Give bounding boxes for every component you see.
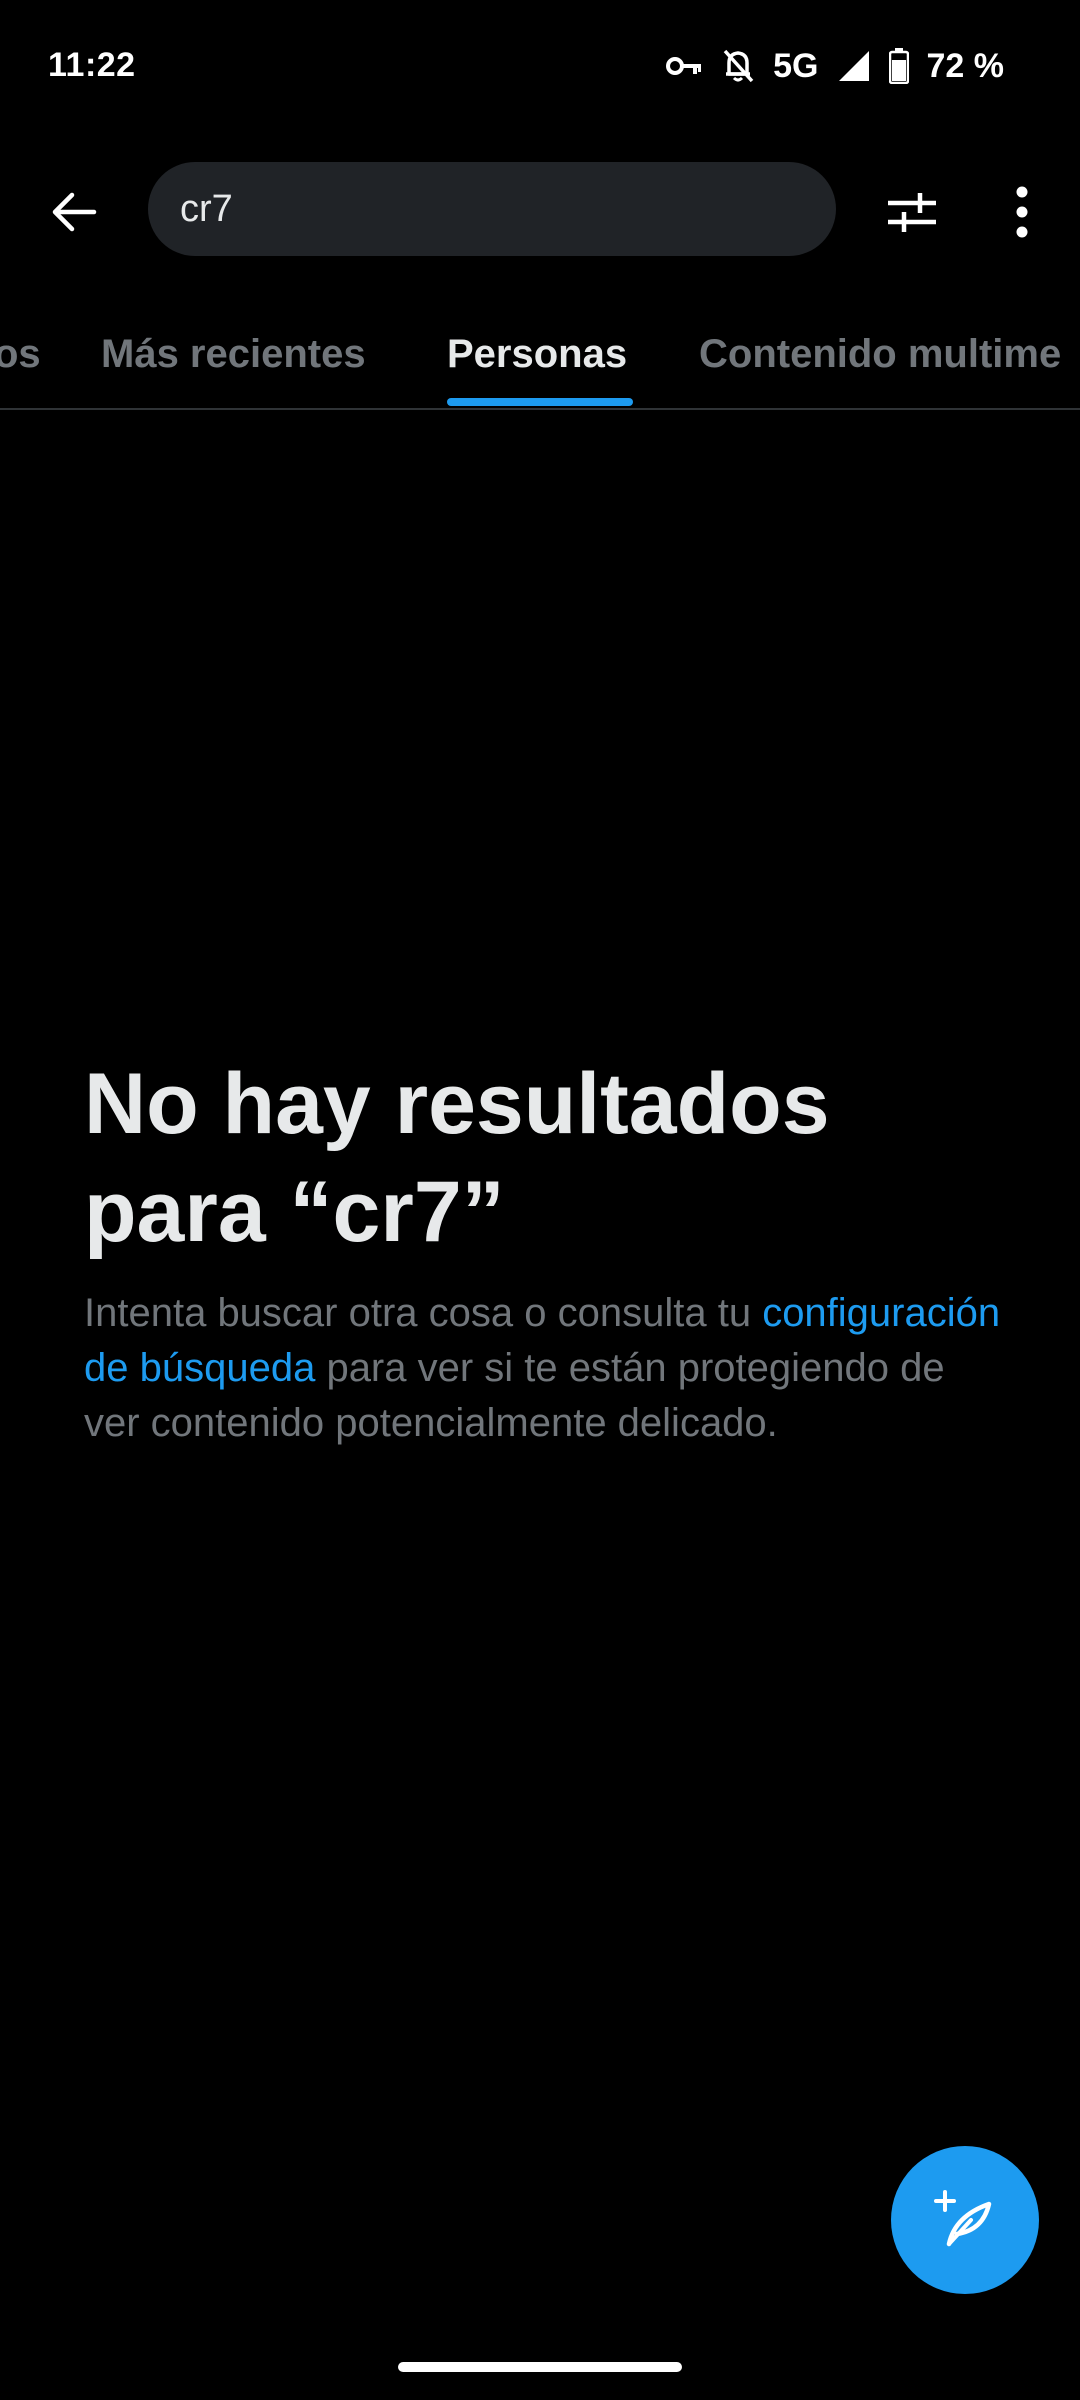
- search-input[interactable]: cr7: [148, 162, 836, 256]
- search-query: cr7: [180, 187, 233, 230]
- more-options-button[interactable]: [982, 172, 1062, 252]
- network-label: 5G: [773, 46, 819, 85]
- filter-sliders-icon: [888, 193, 936, 232]
- tab-contenido-multimedia[interactable]: Contenido multime: [699, 300, 1061, 408]
- signal-icon: [837, 49, 871, 83]
- compose-feather-plus-icon: [934, 2190, 992, 2247]
- back-arrow-icon: [52, 192, 97, 232]
- tab-destacados[interactable]: os: [0, 300, 41, 408]
- tab-mas-recientes[interactable]: Más recientes: [101, 300, 366, 408]
- empty-state-title: No hay resultados para “cr7”: [84, 1056, 830, 1260]
- gesture-navigation-bar[interactable]: [398, 2362, 682, 2372]
- back-button[interactable]: [34, 172, 114, 252]
- top-app-bar: cr7: [0, 136, 1080, 284]
- status-icons: 5G 72 %: [665, 44, 1004, 88]
- battery-percent: 72 %: [926, 46, 1005, 85]
- tab-personas[interactable]: Personas: [447, 300, 627, 408]
- search-filters-button[interactable]: [872, 172, 952, 252]
- active-tab-indicator: [447, 398, 633, 406]
- search-tabs: os Más recientes Personas Contenido mult…: [0, 300, 1080, 410]
- status-bar: 11:22 5G 72 %: [0, 0, 1080, 136]
- battery-icon: [888, 48, 909, 84]
- more-vertical-icon: [1016, 186, 1028, 238]
- vpn-key-icon: [665, 54, 703, 78]
- empty-state-body: Intenta buscar otra cosa o consulta tu c…: [84, 1286, 1004, 1451]
- empty-state: No hay resultados para “cr7” Intenta bus…: [84, 1050, 1004, 1451]
- bell-off-icon: [721, 48, 755, 84]
- compose-post-button[interactable]: [891, 2146, 1039, 2294]
- screen: 11:22 5G 72 % cr7 s Más recientes Person…: [0, 0, 1080, 2400]
- empty-state-text-before: Intenta buscar otra cosa o consulta tu: [84, 1291, 763, 1335]
- status-time: 11:22: [48, 46, 136, 84]
